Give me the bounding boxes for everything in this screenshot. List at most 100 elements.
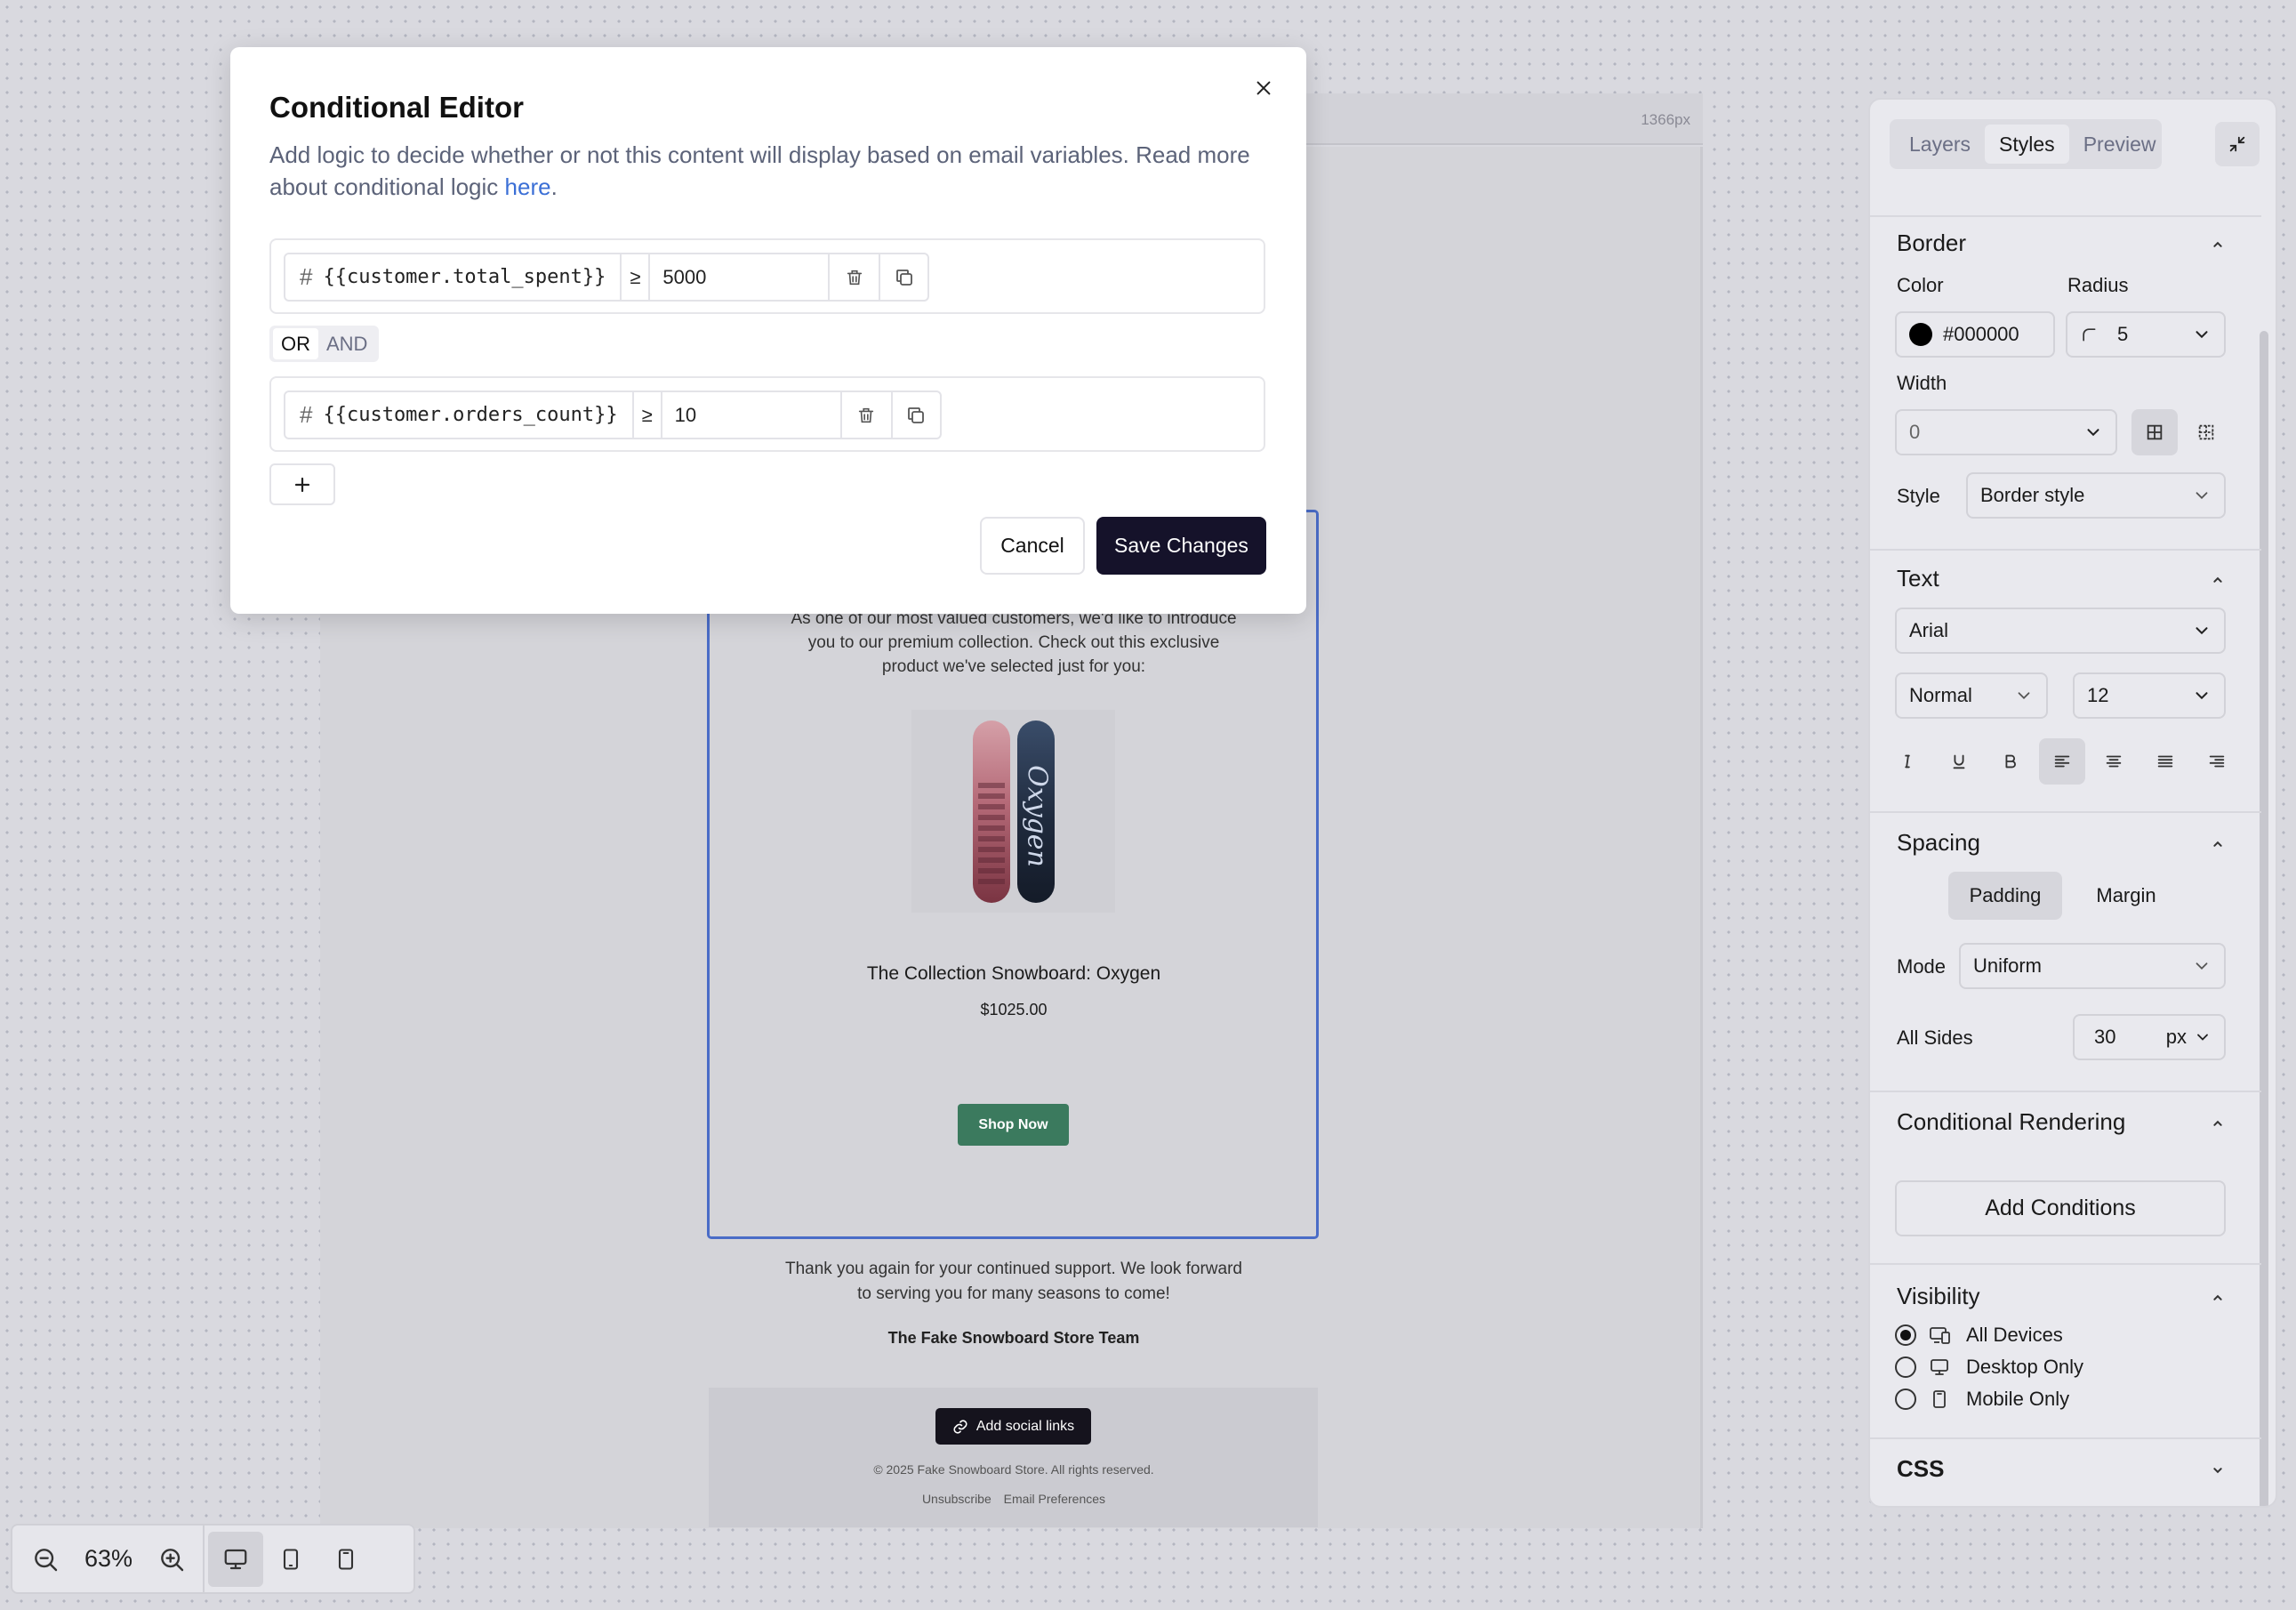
shop-now-button[interactable]: Shop Now bbox=[958, 1104, 1069, 1146]
chevron-down-icon bbox=[2197, 1034, 2208, 1041]
panel-scrollbar[interactable] bbox=[2260, 331, 2268, 1506]
zoom-out-button[interactable] bbox=[18, 1532, 73, 1587]
delete-condition-button[interactable] bbox=[830, 254, 879, 300]
text-section-title[interactable]: Text bbox=[1897, 565, 1939, 592]
minimize-icon bbox=[2229, 136, 2245, 152]
duplicate-condition-button[interactable] bbox=[879, 254, 927, 300]
spacing-section-title[interactable]: Spacing bbox=[1897, 829, 1980, 857]
condition-value-input[interactable]: 5000 bbox=[650, 254, 831, 300]
condition-value-input[interactable]: 10 bbox=[662, 392, 842, 438]
add-conditions-button[interactable]: Add Conditions bbox=[1895, 1180, 2226, 1236]
spacing-mode-select[interactable]: Uniform bbox=[1959, 943, 2226, 989]
desktop-icon bbox=[224, 1549, 247, 1569]
chevron-up-icon[interactable] bbox=[2208, 834, 2228, 854]
bold-button[interactable] bbox=[1987, 738, 2034, 785]
visibility-all-devices[interactable]: All Devices bbox=[1895, 1324, 2063, 1347]
conditional-logic-link[interactable]: here bbox=[505, 173, 551, 200]
condition-variable-text: {{customer.total_spent}} bbox=[323, 266, 606, 288]
save-changes-button[interactable]: Save Changes bbox=[1096, 517, 1266, 575]
zoom-level: 63% bbox=[84, 1545, 133, 1572]
condition-variable[interactable]: # {{customer.orders_count}} bbox=[285, 392, 632, 438]
border-individual-sides-button[interactable] bbox=[2183, 409, 2229, 455]
align-left-icon bbox=[2054, 755, 2070, 768]
description-period: . bbox=[550, 173, 558, 200]
radio-desktop-only[interactable] bbox=[1895, 1356, 1916, 1378]
desktop-view-button[interactable] bbox=[208, 1531, 263, 1587]
visibility-desktop-only-label: Desktop Only bbox=[1966, 1356, 2084, 1378]
cancel-button[interactable]: Cancel bbox=[980, 517, 1085, 575]
conditional-rendering-title[interactable]: Conditional Rendering bbox=[1897, 1108, 2125, 1136]
product-title: The Collection Snowboard: Oxygen bbox=[866, 963, 1161, 984]
close-modal-button[interactable] bbox=[1248, 72, 1280, 104]
border-all-sides-button[interactable] bbox=[2131, 409, 2178, 455]
border-style-label: Style bbox=[1897, 485, 1940, 507]
snowboard-navy-image bbox=[1016, 720, 1055, 903]
tab-layers[interactable]: Layers bbox=[1895, 125, 1985, 164]
underline-button[interactable] bbox=[1936, 738, 1982, 785]
border-width-select[interactable]: 0 bbox=[1895, 409, 2117, 455]
collapse-panel-button[interactable] bbox=[2215, 122, 2260, 166]
chevron-up-icon[interactable] bbox=[2208, 1114, 2228, 1133]
zoom-in-icon bbox=[161, 1548, 184, 1571]
logic-toggle: OR AND bbox=[269, 326, 380, 362]
css-section-title[interactable]: CSS bbox=[1897, 1455, 1944, 1483]
border-section-title[interactable]: Border bbox=[1897, 229, 1966, 257]
border-radius-label: Radius bbox=[2067, 274, 2129, 296]
mobile-view-button[interactable] bbox=[318, 1532, 373, 1587]
chevron-down-icon bbox=[2196, 962, 2208, 970]
margin-tab[interactable]: Margin bbox=[2069, 872, 2183, 920]
color-swatch[interactable] bbox=[1909, 323, 1932, 346]
border-color-field[interactable]: #000000 bbox=[1895, 311, 2055, 358]
add-social-links-button[interactable]: Add social links bbox=[935, 1408, 1091, 1445]
product-image[interactable] bbox=[911, 710, 1115, 913]
email-preferences-link[interactable]: Email Preferences bbox=[1004, 1492, 1105, 1506]
font-size-select[interactable]: 12 bbox=[2073, 672, 2226, 719]
email-intro-text: As one of our most valued customers, we'… bbox=[791, 609, 1237, 676]
font-family-select[interactable]: Arial bbox=[1895, 608, 2226, 654]
snowboard-pink-image bbox=[972, 720, 1010, 903]
delete-condition-button[interactable] bbox=[842, 392, 891, 438]
condition-operator[interactable]: ≥ bbox=[620, 254, 651, 300]
unit-value[interactable]: px bbox=[2166, 1026, 2187, 1049]
tablet-view-button[interactable] bbox=[263, 1532, 318, 1587]
condition-variable[interactable]: # {{customer.total_spent}} bbox=[285, 254, 620, 300]
logic-and-option[interactable]: AND bbox=[318, 328, 375, 359]
condition-group: # {{customer.total_spent}} ≥ 5000 bbox=[284, 253, 930, 302]
radio-all-devices[interactable] bbox=[1895, 1324, 1916, 1346]
chevron-up-icon[interactable] bbox=[2208, 570, 2228, 590]
font-weight-select[interactable]: Normal bbox=[1895, 672, 2048, 719]
chevron-up-icon[interactable] bbox=[2208, 1288, 2228, 1308]
radio-mobile-only[interactable] bbox=[1895, 1389, 1916, 1410]
zoom-in-button[interactable] bbox=[144, 1532, 199, 1587]
add-social-links-label: Add social links bbox=[975, 1418, 1075, 1434]
italic-button[interactable] bbox=[1884, 738, 1931, 785]
border-style-select[interactable]: Border style bbox=[1966, 472, 2226, 519]
chevron-down-icon bbox=[2196, 692, 2208, 700]
align-justify-button[interactable] bbox=[2142, 738, 2188, 785]
divider bbox=[1870, 215, 2261, 217]
duplicate-condition-button[interactable] bbox=[890, 392, 940, 438]
logic-or-option[interactable]: OR bbox=[273, 328, 318, 359]
chevron-down-icon[interactable] bbox=[2208, 1461, 2228, 1480]
align-right-button[interactable] bbox=[2194, 738, 2240, 785]
align-left-button[interactable] bbox=[2039, 738, 2085, 785]
all-sides-input[interactable]: 30 px bbox=[2073, 1014, 2226, 1060]
font-size-value: 12 bbox=[2087, 684, 2109, 706]
align-center-icon bbox=[2106, 755, 2122, 768]
product-price: $1025.00 bbox=[980, 1001, 1048, 1018]
unsubscribe-link[interactable]: Unsubscribe bbox=[922, 1492, 991, 1506]
condition-operator[interactable]: ≥ bbox=[631, 392, 662, 438]
padding-tab[interactable]: Padding bbox=[1948, 872, 2062, 920]
align-center-button[interactable] bbox=[2091, 738, 2137, 785]
visibility-section-title[interactable]: Visibility bbox=[1897, 1283, 1979, 1310]
modal-title: Conditional Editor bbox=[269, 91, 524, 124]
add-condition-button[interactable] bbox=[269, 463, 335, 505]
tab-preview[interactable]: Preview bbox=[2069, 125, 2171, 164]
tab-styles[interactable]: Styles bbox=[1985, 125, 2069, 164]
visibility-desktop-only[interactable]: Desktop Only bbox=[1895, 1356, 2083, 1379]
visibility-mobile-only[interactable]: Mobile Only bbox=[1895, 1388, 2069, 1411]
border-radius-select[interactable]: 5 bbox=[2066, 311, 2226, 358]
chevron-up-icon[interactable] bbox=[2208, 235, 2228, 254]
thanks-text: Thank you again for your continued suppo… bbox=[785, 1260, 1242, 1303]
all-sides-label: All Sides bbox=[1897, 1026, 1973, 1049]
